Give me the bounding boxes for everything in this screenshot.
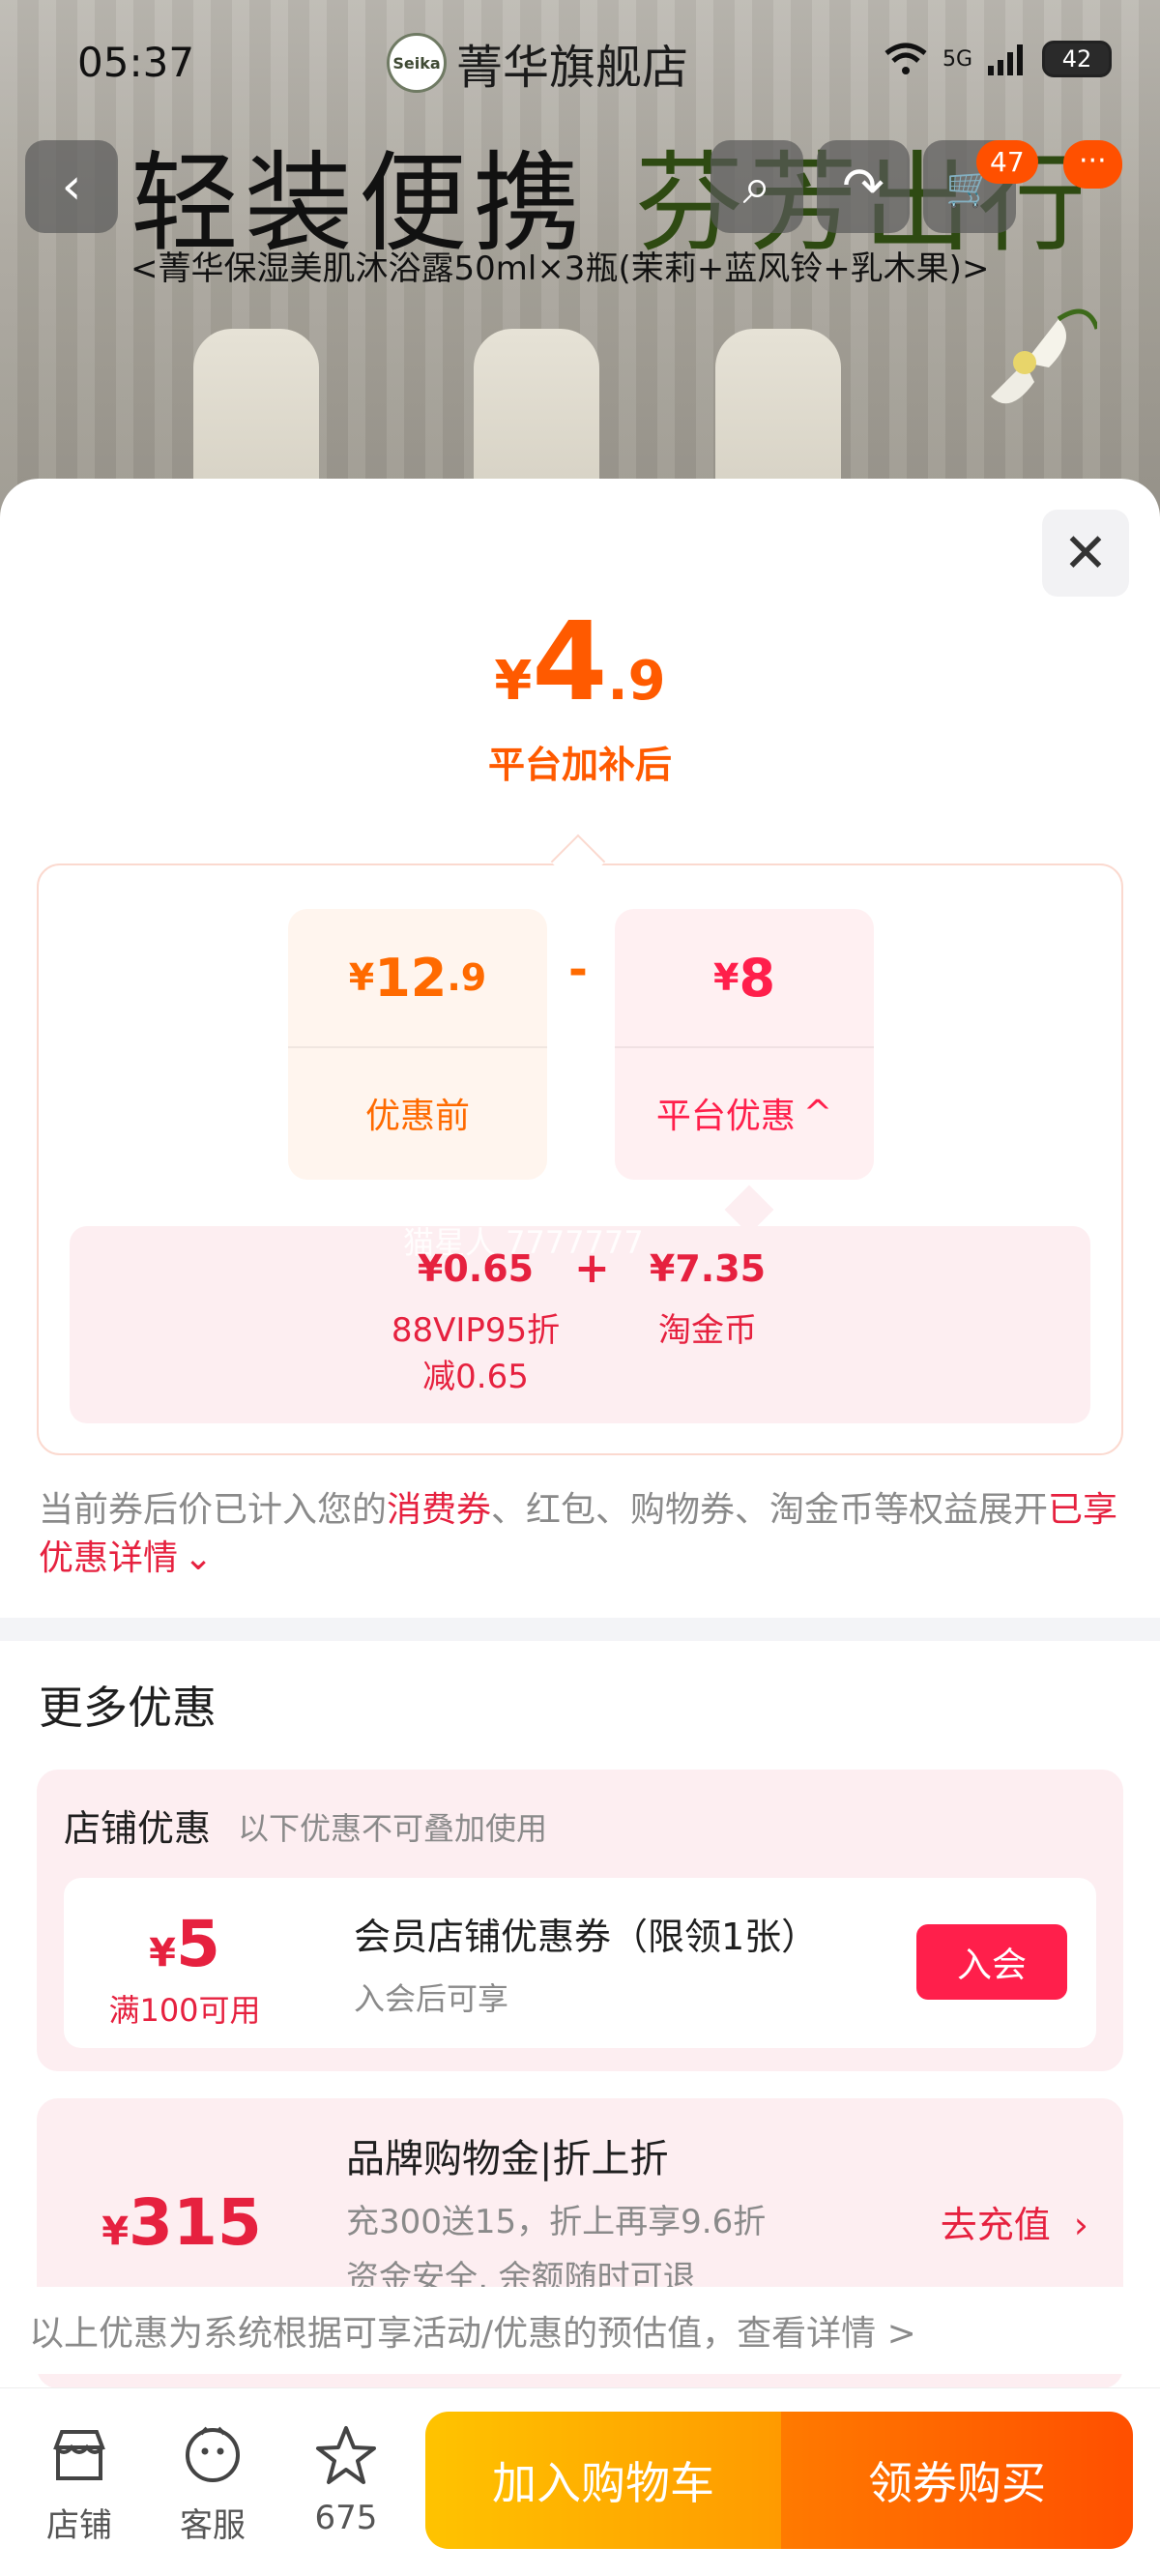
share-icon: ↷ <box>842 158 884 216</box>
member-coupon: ¥5 满100可用 会员店铺优惠券（限领1张） 入会后可享 入会 <box>64 1878 1096 2048</box>
discount-breakdown: 猫星人 7777777 ¥0.65 88VIP95折 减0.65 + ¥7.35… <box>70 1224 1090 1423</box>
wifi-icon <box>884 43 927 74</box>
back-button[interactable]: ‹ <box>25 140 118 233</box>
recharge-label: 去充值 <box>940 2204 1051 2246</box>
add-to-cart-button[interactable]: 加入购物车 <box>425 2412 781 2549</box>
estimate-disclaimer[interactable]: 以上优惠为系统根据可享活动/优惠的预估值，查看详情 > <box>0 2287 1160 2374</box>
plus-operator: + <box>574 1244 610 1293</box>
store-logo-icon: Seika <box>387 33 447 93</box>
price-detail-sheet: ✕ ¥4.9 平台加补后 ¥12.9 优惠前 - ¥8 平台优惠 ^ 猫星人 7… <box>0 479 1160 2576</box>
shop-tab-label: 店铺 <box>46 2506 112 2545</box>
coupon-condition: 满100可用 <box>108 1992 261 2029</box>
note-text: 当前券后价已计入您的 <box>39 1490 388 1530</box>
discount-desc-line1: 88VIP95折 <box>391 1311 561 1350</box>
flower-decoration <box>991 308 1097 404</box>
platform-discount-card[interactable]: ¥8 平台优惠 ^ <box>615 909 874 1180</box>
coupon-amount: ¥5 <box>64 1907 305 1981</box>
discount-amount: ¥7.35 <box>649 1247 767 1290</box>
store-header[interactable]: Seika 菁华旗舰店 <box>387 29 688 97</box>
coupon-currency: ¥ <box>149 1931 176 1976</box>
network-label: 5G <box>942 46 972 72</box>
discount-note: 当前券后价已计入您的消费券、红包、购物券、淘金币等权益展开已享优惠详情 ⌄ <box>39 1486 1121 1583</box>
coupon-value: 5 <box>175 1907 220 1981</box>
price-before-currency: ¥ <box>348 956 375 999</box>
brand-credit-title: 品牌购物金|折上折 <box>346 2137 669 2181</box>
brand-credit-currency: ¥ <box>102 2210 130 2254</box>
status-icons: 5G 42 <box>883 41 1112 77</box>
status-time: 05:37 <box>77 39 195 86</box>
discount-item-coins: ¥7.35 淘金币 <box>611 1247 804 1354</box>
back-icon: ‹ <box>61 158 82 216</box>
discount-desc: 88VIP95折 减0.65 <box>360 1307 592 1400</box>
shop-tab[interactable]: 店铺 <box>21 2421 137 2546</box>
service-icon <box>155 2421 271 2489</box>
battery-icon: 42 <box>1042 41 1112 77</box>
price-before-integer: 12 <box>374 947 448 1009</box>
discount-desc-line1: 淘金币 <box>658 1311 757 1350</box>
price-before-decimal: .9 <box>447 956 487 999</box>
store-name: 菁华旗舰店 <box>456 41 689 95</box>
shop-icon <box>21 2421 137 2489</box>
favorite-tab[interactable]: 675 <box>288 2421 404 2537</box>
final-price-currency: ¥ <box>494 650 533 713</box>
price-before-label: 优惠前 <box>364 1097 470 1136</box>
section-separator <box>0 1618 1160 1641</box>
brand-credit-value: 315 <box>129 2185 262 2260</box>
buy-with-coupon-button[interactable]: 领券购买 <box>781 2412 1133 2549</box>
service-tab-label: 客服 <box>180 2506 246 2545</box>
minus-operator: - <box>568 943 588 997</box>
more-button[interactable]: ··· <box>1063 140 1122 189</box>
coupon-subtitle: 入会后可享 <box>354 1980 509 2017</box>
chevron-up-icon: ^ <box>802 1093 833 1133</box>
shop-offers-title: 店铺优惠 <box>64 1807 212 1850</box>
search-icon: ⌕ <box>742 157 771 216</box>
price-before-card: ¥12.9 优惠前 <box>288 909 547 1180</box>
shop-offers-block: 店铺优惠 以下优惠不可叠加使用 ¥5 满100可用 会员店铺优惠券（限领1张） … <box>37 1770 1123 2071</box>
favorite-count: 675 <box>314 2499 378 2537</box>
discount-desc: 淘金币 <box>611 1307 804 1354</box>
final-price: ¥4.9 <box>0 600 1160 725</box>
hero-subtitle: <菁华保湿美肌沐浴露50ml×3瓶(茉莉+蓝风铃+乳木果)> <box>130 249 990 288</box>
brand-credit-desc: 充300送15，折上再享9.6折 <box>346 2203 767 2241</box>
search-button[interactable]: ⌕ <box>710 140 803 233</box>
discount-desc-line2: 减0.65 <box>422 1358 529 1396</box>
shop-offers-subtitle: 以下优惠不可叠加使用 <box>238 1810 548 1847</box>
more-offers-title: 更多优惠 <box>39 1682 217 1734</box>
platform-discount-value: ¥8 <box>615 909 874 1046</box>
price-before-value: ¥12.9 <box>288 909 547 1046</box>
share-button[interactable]: ↷ <box>817 140 910 233</box>
note-text-mid: 、红包、购物券、淘金币等权益展开 <box>491 1490 1049 1530</box>
platform-discount-amount: 8 <box>739 947 776 1009</box>
brand-credit-amount: ¥315 <box>85 2185 278 2260</box>
star-icon <box>288 2421 404 2489</box>
platform-discount-currency: ¥ <box>712 956 740 999</box>
discount-amount: ¥0.65 <box>417 1247 535 1290</box>
service-tab[interactable]: 客服 <box>155 2421 271 2546</box>
discount-item-88vip: ¥0.65 88VIP95折 减0.65 <box>360 1247 592 1400</box>
close-button[interactable]: ✕ <box>1042 510 1129 597</box>
chevron-down-icon[interactable]: ⌄ <box>184 1538 213 1578</box>
platform-discount-toggle[interactable]: 平台优惠 ^ <box>615 1046 874 1180</box>
consumer-coupon-link[interactable]: 消费券 <box>387 1490 491 1530</box>
bottom-action-bar: 店铺 客服 675 加入购物车 领券购买 <box>0 2387 1160 2576</box>
signal-icon <box>988 44 1023 75</box>
recharge-link[interactable]: 去充值 › <box>941 2195 1088 2248</box>
cart-count-badge: 47 <box>976 140 1038 184</box>
join-member-button[interactable]: 入会 <box>916 1924 1067 2000</box>
final-price-integer: 4 <box>532 600 608 725</box>
chevron-right-icon: › <box>1073 2204 1088 2246</box>
platform-discount-label: 平台优惠 <box>655 1097 796 1136</box>
final-price-label: 平台加补后 <box>487 744 672 786</box>
close-icon: ✕ <box>1062 521 1109 585</box>
final-price-decimal: .9 <box>607 650 666 713</box>
product-hero: 05:37 Seika 菁华旗舰店 5G 42 轻装便携芬芳出行 <菁华保湿美肌… <box>0 0 1160 542</box>
coupon-title: 会员店铺优惠券（限领1张） <box>354 1916 819 1958</box>
